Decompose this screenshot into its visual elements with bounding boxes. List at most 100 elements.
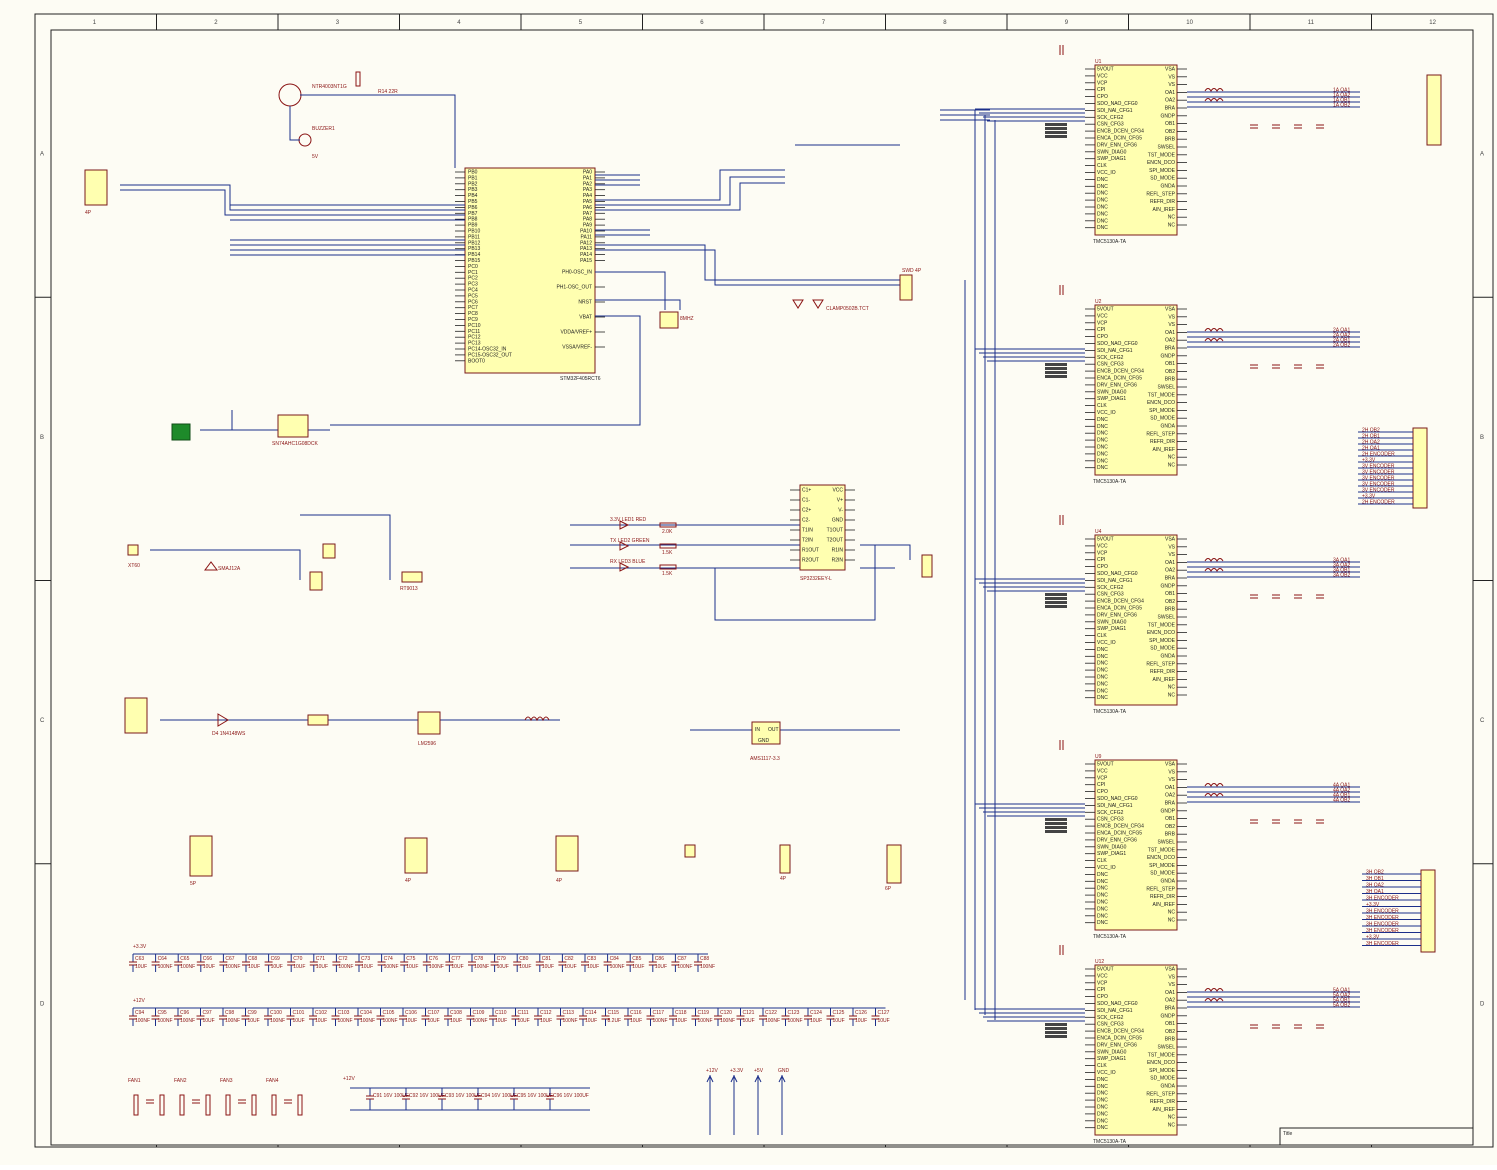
driver-pin-label: SPI_MODE <box>1149 1068 1176 1074</box>
driver-pin-label: OA2 <box>1165 98 1175 104</box>
driver-pin-label: CPO <box>1097 789 1108 795</box>
driver-pin-label: GNDP <box>1161 353 1176 359</box>
driver-pin-label: SDO_NAO_CFG0 <box>1097 796 1138 802</box>
ams-pin-out: OUT <box>768 727 779 733</box>
rs232-pin-label: R2OUT <box>802 558 819 564</box>
tmc-driver: U12 TMC5130A-TA 5VOUTVCCVCPCPICPOSDO_NAO_C… <box>975 945 1360 1145</box>
driver-pin-label: DNC <box>1097 225 1108 231</box>
cap-ref: C103 <box>338 1010 350 1016</box>
cap-value: 10UF <box>743 1018 755 1024</box>
cap-ref: C68 <box>248 956 257 962</box>
driver-pin-label: AIN_IREF <box>1152 447 1175 453</box>
driver-pin-label: OB1 <box>1165 591 1175 597</box>
cap-value: 10UF <box>542 964 554 970</box>
led-resistor-label: 1.5K <box>662 571 673 577</box>
driver-ref: U9 <box>1095 754 1102 760</box>
driver-pin-label: CPI <box>1097 327 1105 333</box>
zone-column-label: 2 <box>214 20 218 26</box>
cap-ref: C123 <box>788 1010 800 1016</box>
driver-part-label: TMC5130A-TA <box>1093 479 1127 485</box>
cap-ref: C108 <box>450 1010 462 1016</box>
right-connector-1-labels: 2H OB22H OB12H OA22H OA12H ENCODER+3.3V3… <box>1358 428 1413 506</box>
stepper-drivers: U1TMC5130A-TA5VOUTVCCVCPCPICPOSDO_NAO_CF… <box>975 45 1360 1145</box>
cap-ref: C95 <box>158 1010 167 1016</box>
driver-pin-label: SCK_CFG2 <box>1097 355 1124 361</box>
right-connector-2-labels: 3H OB23H OB13H OA23H OA13H ENCODER+3.3V3… <box>1362 870 1421 947</box>
driver-pin-label: VSA <box>1165 537 1176 543</box>
cap-ref: C100 <box>270 1010 282 1016</box>
cap-value: 100NF <box>270 1018 285 1024</box>
driver-pin-label: CSN_CFG3 <box>1097 1022 1124 1028</box>
cap-ref: C115 <box>608 1010 620 1016</box>
mcu-pin-label: BOOT0 <box>468 358 485 364</box>
driver-pin-label: CSN_CFG3 <box>1097 592 1124 598</box>
driver-pin-label: VS <box>1168 552 1175 558</box>
right-connectors: 2H OB22H OB12H OA22H OA12H ENCODER+3.3V3… <box>1358 74 1442 953</box>
driver-pin-label: DNC <box>1097 445 1108 451</box>
decoupling-row-12v: +12V C94 100NF C95 100NF C96 100NF C97 10UF C98 10… <box>129 998 890 1026</box>
cap-ref: C71 <box>316 956 325 962</box>
driver-pin-label: VSA <box>1165 967 1176 973</box>
driver-pin-label: SDO_NAO_CFG0 <box>1097 341 1138 347</box>
driver-pin-label: REFR_DIR <box>1150 669 1175 675</box>
driver-ref: U1 <box>1095 59 1102 65</box>
driver-pin-label: VS <box>1168 322 1175 328</box>
driver-pin-label: DNC <box>1097 913 1108 919</box>
driver-pin-label: VS <box>1168 544 1175 550</box>
rs232-pin-label: R1IN <box>832 548 844 554</box>
driver-pin-label: ENCB_DCEN_CFG4 <box>1097 824 1144 830</box>
cap-ref: C87 <box>677 956 686 962</box>
rs232-pin-label: C1- <box>802 498 810 504</box>
driver-pin-label: VCC <box>1097 973 1108 979</box>
cap-value: 100NF <box>677 964 692 970</box>
driver-pin-label: ENCA_DCIN_CFG5 <box>1097 831 1142 837</box>
connector-net-label: 3H OB1 <box>1366 876 1384 882</box>
driver-part-label: TMC5130A-TA <box>1093 709 1127 715</box>
bulk-cap-label: C96 16V 100UF <box>553 1093 589 1099</box>
cap-ref: C116 <box>630 1010 642 1016</box>
driver-pin-label: VS <box>1168 777 1175 783</box>
swd-label: SWD 4P <box>902 268 922 274</box>
cap-value: 100NF <box>563 1018 578 1024</box>
driver-pin-label: CSN_CFG3 <box>1097 362 1124 368</box>
driver-output-label: 1A OB2 <box>1333 103 1350 109</box>
driver-pin-label: OB1 <box>1165 816 1175 822</box>
driver-pin-label: SWSEL <box>1157 840 1175 846</box>
driver-pin-label: VSA <box>1165 67 1176 73</box>
mcu-pin-label: VSSA/VREF- <box>562 345 592 351</box>
cap-ref: C118 <box>675 1010 687 1016</box>
power-flags: +12V +3.3V +5V GND <box>706 1068 790 1135</box>
cap-ref: C112 <box>540 1010 552 1016</box>
power-flag-label: +12V <box>706 1068 718 1074</box>
cap-ref: C106 <box>405 1010 417 1016</box>
driver-pin-label: NC <box>1168 918 1176 924</box>
driver-pin-label: DNC <box>1097 661 1108 667</box>
zone-row-label: B <box>40 435 44 441</box>
transistor-q1 <box>278 83 302 107</box>
connector-net-label: 3H OA1 <box>1366 889 1384 895</box>
cap-value: 100NF <box>384 964 399 970</box>
driver-pin-label: DNC <box>1097 198 1108 204</box>
driver-pin-label: OB2 <box>1165 369 1175 375</box>
driver-pin-label: REFR_DIR <box>1150 894 1175 900</box>
driver-pin-label: CPO <box>1097 334 1108 340</box>
bulk-capacitors: +12VC91 16V 100UF C92 16V 100UF C93 16V 10… <box>343 1076 590 1111</box>
zone-column-label: 8 <box>943 20 947 26</box>
cap-ref: C75 <box>406 956 415 962</box>
driver-pin-label: DNC <box>1097 177 1108 183</box>
driver-pin-label: BRA <box>1165 106 1176 112</box>
driver-pin-label: VCC_IO <box>1097 170 1116 176</box>
driver-pin-label: GNDA <box>1161 424 1176 430</box>
driver-pin-label: OB2 <box>1165 1029 1175 1035</box>
connector-4p-label-2: 4P <box>556 878 563 884</box>
cap-value: 10UF <box>540 1018 552 1024</box>
rs232-transceiver: C1+ C1- C2+ C2- T1IN T2IN R1OUT R2OUT VCC V+ V- GND… <box>790 484 933 582</box>
driver-pin-label: SWSEL <box>1157 615 1175 621</box>
cap-value: 10UF <box>248 1018 260 1024</box>
driver-pin-label: SD_MODE <box>1150 646 1175 652</box>
rs232-pin-label: V- <box>838 508 843 514</box>
connector-net-label: 3H OB2 <box>1366 870 1384 876</box>
fan-label: FAN2 <box>174 1078 187 1084</box>
driver-pin-label: REFL_STEP <box>1146 886 1175 892</box>
tmc-driver: U9 TMC5130A-TA 5VOUTVCCVCPCPICPOSDO_NAO_CF… <box>975 740 1360 940</box>
